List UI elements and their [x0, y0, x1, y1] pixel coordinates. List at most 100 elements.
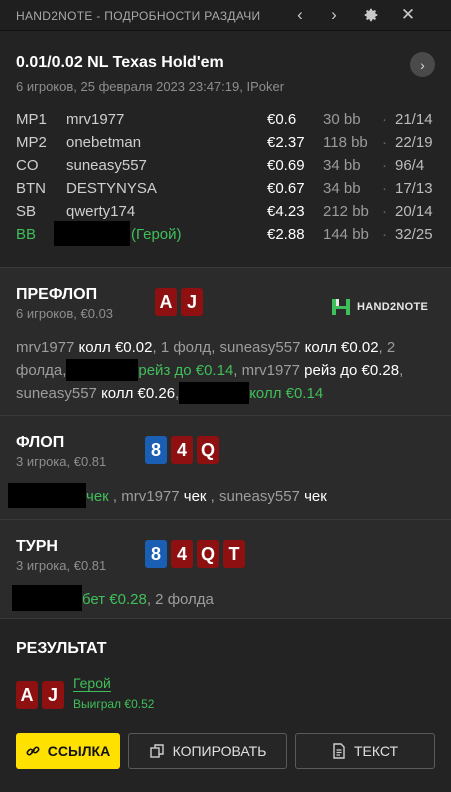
player-stack: €0.67 — [267, 180, 305, 197]
hand2note-logo-icon — [332, 299, 350, 315]
document-icon — [332, 743, 346, 759]
winning-cards: A J — [16, 681, 64, 709]
board-cards: 8 4 Q T — [145, 540, 245, 568]
player-row[interactable]: MP2 onebetman €2.37 118 bb · 22/19 — [0, 132, 451, 155]
card: Q — [197, 540, 219, 568]
next-hand-button[interactable]: › — [410, 52, 435, 77]
hero-link[interactable]: Герой — [73, 675, 111, 692]
preflop-title: ПРЕФЛОП — [16, 286, 98, 303]
link-icon — [26, 744, 40, 758]
card: J — [181, 288, 203, 316]
player-position: BB — [16, 226, 37, 243]
player-name[interactable]: suneasy557 — [66, 157, 147, 174]
hand2note-logo: HAND2NOTE — [330, 296, 428, 318]
player-position: MP1 — [16, 111, 47, 128]
player-bb: 212 bb — [323, 203, 369, 220]
flop-subtitle: 3 игрока, €0.81 — [16, 454, 107, 469]
card: Q — [197, 436, 219, 464]
window-title: HAND2NOTE - ПОДРОБНОСТИ РАЗДАЧИ — [16, 9, 261, 23]
separator-dot: · — [382, 226, 387, 243]
player-stats: 32/25 — [395, 226, 433, 243]
flop-actions: чек , mrv1977 чек , suneasy557 чек — [8, 483, 438, 508]
preflop-section: ПРЕФЛОП 6 игроков, €0.03 A J HAND2NOTE m… — [0, 268, 451, 416]
flop-title: ФЛОП — [16, 434, 65, 451]
player-stack: €0.69 — [267, 157, 305, 174]
turn-section: ТУРН 3 игрока, €0.81 8 4 Q T бет €0.28, … — [0, 520, 451, 619]
card: A — [16, 681, 38, 709]
chevron-right-icon[interactable]: › — [323, 4, 345, 26]
player-stack: €2.37 — [267, 134, 305, 151]
player-name[interactable]: DESTYNYSA — [66, 180, 157, 197]
title-bar: HAND2NOTE - ПОДРОБНОСТИ РАЗДАЧИ ‹ › ✕ — [0, 0, 451, 31]
player-row[interactable]: CO suneasy557 €0.69 34 bb · 96/4 — [0, 155, 451, 178]
redacted-block — [66, 359, 139, 381]
hand-header: 0.01/0.02 NL Texas Hold'em 6 игроков, 25… — [0, 31, 451, 268]
copy-button-label: КОПИРОВАТЬ — [172, 743, 267, 759]
card: 8 — [145, 540, 167, 568]
turn-title: ТУРН — [16, 538, 58, 555]
card: 4 — [171, 540, 193, 568]
separator-dot: · — [382, 134, 387, 151]
copy-button[interactable]: КОПИРОВАТЬ — [128, 733, 287, 769]
won-amount: Выиграл €0.52 — [73, 697, 155, 711]
close-icon[interactable]: ✕ — [397, 4, 419, 26]
copy-icon — [149, 743, 165, 759]
player-stats: 17/13 — [395, 180, 433, 197]
card: 4 — [171, 436, 193, 464]
preflop-actions: mrv1977 колл €0.02, 1 фолд, suneasy557 к… — [16, 336, 446, 405]
separator-dot: · — [382, 180, 387, 197]
player-row[interactable]: BTN DESTYNYSA €0.67 34 bb · 17/13 — [0, 178, 451, 201]
hole-cards: A J — [155, 288, 203, 316]
preflop-subtitle: 6 игроков, €0.03 — [16, 306, 114, 321]
player-name[interactable]: qwerty174 — [66, 203, 135, 220]
player-bb: 30 bb — [323, 111, 361, 128]
player-name[interactable]: onebetman — [66, 134, 141, 151]
text-button-label: ТЕКСТ — [353, 743, 399, 759]
player-stats: 22/19 — [395, 134, 433, 151]
player-name[interactable]: mrv1977 — [66, 111, 124, 128]
separator-dot: · — [382, 111, 387, 128]
player-bb: 118 bb — [323, 134, 368, 151]
card: J — [42, 681, 64, 709]
link-button-label: ССЫЛКА — [47, 743, 111, 759]
player-stack: €4.23 — [267, 203, 305, 220]
player-stats: 96/4 — [395, 157, 425, 174]
redacted-block — [179, 382, 250, 404]
chevron-right-icon: › — [420, 56, 425, 73]
player-stats: 20/14 — [395, 203, 433, 220]
redacted-block — [12, 585, 82, 611]
board-cards: 8 4 Q — [145, 436, 219, 464]
player-position: SB — [16, 203, 37, 220]
separator-dot: · — [382, 203, 387, 220]
player-stack: €0.6 — [267, 111, 297, 128]
player-position: BTN — [16, 180, 46, 197]
player-position: MP2 — [16, 134, 47, 151]
gear-icon[interactable] — [360, 4, 382, 26]
turn-subtitle: 3 игрока, €0.81 — [16, 558, 107, 573]
game-subtitle: 6 игроков, 25 февраля 2023 23:47:19, IPo… — [16, 79, 285, 94]
player-bb: 144 bb — [323, 226, 369, 243]
link-button[interactable]: ССЫЛКА — [16, 733, 120, 769]
player-bb: 34 bb — [323, 180, 361, 197]
player-stack: €2.88 — [267, 226, 305, 243]
game-title: 0.01/0.02 NL Texas Hold'em — [16, 54, 224, 71]
logo-text: HAND2NOTE — [357, 301, 429, 313]
hero-player-row[interactable]: BB (Герой) €2.88 144 bb · 32/25 — [0, 221, 451, 247]
player-position: CO — [16, 157, 39, 174]
separator-dot: · — [382, 157, 387, 174]
flop-section: ФЛОП 3 игрока, €0.81 8 4 Q чек , mrv1977… — [0, 416, 451, 520]
result-title: РЕЗУЛЬТАТ — [16, 640, 107, 657]
card: A — [155, 288, 177, 316]
card: 8 — [145, 436, 167, 464]
player-bb: 34 bb — [323, 157, 361, 174]
turn-actions: бет €0.28, 2 фолда — [12, 585, 442, 611]
action-line: mrv1977 колл €0.02, 1 фолд, suneasy557 к… — [16, 339, 396, 356]
chevron-left-icon[interactable]: ‹ — [289, 4, 311, 26]
card: T — [223, 540, 245, 568]
text-button[interactable]: ТЕКСТ — [295, 733, 435, 769]
player-row[interactable]: MP1 mrv1977 €0.6 30 bb · 21/14 — [0, 109, 451, 132]
redacted-block — [54, 221, 130, 246]
redacted-block — [8, 483, 86, 508]
hero-label: (Герой) — [131, 226, 182, 243]
action-line: фолда, рейз до €0.14, mrv1977 рейз до €0.… — [16, 359, 446, 382]
